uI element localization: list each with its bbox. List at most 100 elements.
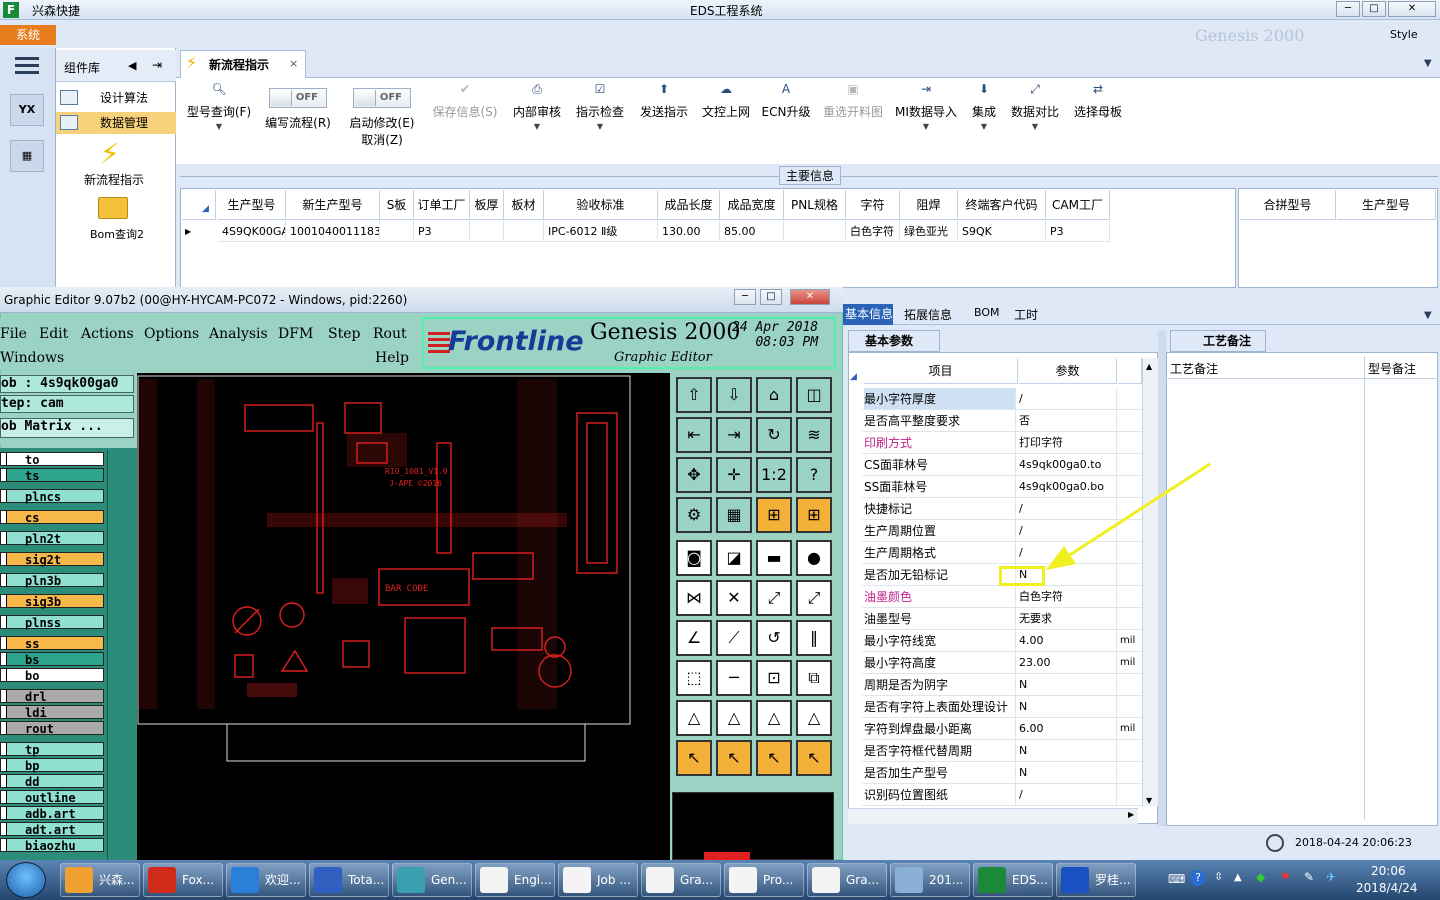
zoom-down-icon[interactable]: ⇩ — [716, 377, 752, 413]
pad-icon[interactable]: ◙ — [676, 540, 712, 576]
tab-dropdown-icon[interactable]: ▼ — [1424, 58, 1432, 69]
table-cell[interactable]: 4S9QK00GA0 — [218, 221, 286, 242]
param-row[interactable]: 最小字符高度 23.00 mil — [862, 652, 1142, 674]
tray-help-icon[interactable]: ? — [1190, 870, 1206, 886]
triangle2-icon[interactable]: △ — [716, 700, 752, 736]
layer-indicator[interactable] — [1, 722, 7, 734]
side-column-header[interactable]: 合拼型号 — [1240, 190, 1336, 220]
layer-indicator[interactable] — [1, 637, 7, 649]
send-instruction-button[interactable]: ⬆ 发送指示 — [636, 82, 692, 152]
system-menu-button[interactable]: 系统 — [0, 25, 56, 45]
internal-review-button[interactable]: ⎙ 内部审核 ▼ — [510, 82, 564, 152]
table-cell[interactable]: 130.00 — [658, 221, 720, 242]
tab-basic-info[interactable]: 基本信息 — [843, 304, 893, 325]
param-value[interactable]: N — [1019, 696, 1117, 717]
col-header-item[interactable]: 项目 — [864, 358, 1018, 384]
select-motherboard-button[interactable]: ⇄ 选择母板 — [1070, 82, 1126, 152]
column-header[interactable]: 新生产型号 — [286, 190, 380, 220]
param-row[interactable]: 最小字符线宽 4.00 mil — [862, 630, 1142, 652]
maximize-button[interactable]: □ — [1362, 1, 1386, 17]
tab-bom[interactable]: BOM — [974, 306, 1000, 319]
taskbar-item[interactable]: Pro... — [724, 863, 804, 897]
param-row[interactable]: 识别码位置图纸 / — [862, 784, 1142, 806]
taskbar-item[interactable]: 兴森... — [60, 863, 140, 897]
scroll-up-icon[interactable]: ▲ — [1146, 362, 1152, 371]
layer-indicator[interactable] — [1, 532, 7, 544]
corner-selector-icon[interactable]: ◢ — [850, 358, 862, 384]
detail-dropdown-icon[interactable]: ▼ — [1424, 310, 1432, 321]
ge-menu-help[interactable]: Help — [375, 350, 409, 366]
new-flow-label[interactable]: 新流程指示 — [84, 171, 144, 188]
pointer4-icon[interactable]: ↖ — [796, 740, 832, 776]
start-button[interactable] — [6, 862, 46, 898]
layer-indicator[interactable] — [1, 653, 7, 665]
column-header[interactable]: 板厚 — [470, 190, 504, 220]
ge-maximize-button[interactable]: □ — [760, 289, 782, 305]
param-row[interactable]: 周期是否为阴字 N — [862, 674, 1142, 696]
tray-keyboard-icon[interactable]: ⌨ — [1168, 872, 1185, 886]
ge-close-button[interactable]: ✕ — [790, 289, 830, 305]
column-header[interactable]: 订单工厂 — [414, 190, 470, 220]
layer-item[interactable]: outline — [0, 790, 104, 805]
pin-icon[interactable]: ⇥ — [152, 58, 162, 72]
tray-app-icon[interactable]: ◆ — [1256, 870, 1265, 884]
pointer3-icon[interactable]: ↖ — [756, 740, 792, 776]
param-value[interactable]: 无要求 — [1019, 608, 1117, 629]
table-cell[interactable]: IPC-6012 Ⅱ级 — [544, 221, 658, 242]
pan-left-icon[interactable]: ⇤ — [676, 417, 712, 453]
help-icon[interactable]: ? — [796, 457, 832, 493]
trace-icon[interactable]: ─ — [716, 660, 752, 696]
style-menu[interactable]: Style — [1390, 28, 1418, 41]
layer-item[interactable]: plncs — [0, 489, 104, 504]
layer-item[interactable]: pln2t — [0, 531, 104, 546]
pointer2-icon[interactable]: ↖ — [716, 740, 752, 776]
layer-indicator[interactable] — [1, 690, 7, 702]
param-value[interactable]: 23.00 — [1019, 652, 1117, 673]
layer-item[interactable]: dd — [0, 774, 104, 789]
param-row[interactable]: 是否加生产型号 N — [862, 762, 1142, 784]
layer-indicator[interactable] — [1, 839, 7, 851]
layer-indicator[interactable] — [1, 706, 7, 718]
ge-menu-analysis[interactable]: Analysis — [209, 326, 268, 342]
table-cell[interactable] — [380, 221, 414, 242]
param-row[interactable]: 是否有字符上表面处理设计 N — [862, 696, 1142, 718]
triangle-icon[interactable]: △ — [676, 700, 712, 736]
layer-item[interactable]: bs — [0, 652, 104, 667]
taskbar-item[interactable]: Gen... — [392, 863, 472, 897]
param-row[interactable]: 是否高平整度要求否 — [862, 410, 1142, 432]
tab-basic-params[interactable]: 基本参数 — [848, 330, 940, 352]
layer-item[interactable]: adb.art — [0, 806, 104, 821]
tray-arrows-icon[interactable]: ⇳ — [1214, 870, 1223, 883]
layer-indicator[interactable] — [1, 775, 7, 787]
tab-process-notes[interactable]: 工艺备注 — [1170, 330, 1266, 352]
table-cell[interactable]: 85.00 — [720, 221, 784, 242]
column-header[interactable]: 验收标准 — [544, 190, 658, 220]
table-cell[interactable] — [470, 221, 504, 242]
params-vertical-scrollbar[interactable] — [1142, 358, 1158, 806]
layer-indicator[interactable] — [1, 669, 7, 681]
tray-network-icon[interactable]: ⚑ — [1280, 870, 1291, 884]
data-compare-button[interactable]: ⤢ 数据对比 ▼ — [1008, 82, 1062, 152]
layer-item[interactable]: drl — [0, 689, 104, 704]
pan-right-icon[interactable]: ⇥ — [716, 417, 752, 453]
taskbar-item[interactable]: Engi... — [475, 863, 555, 897]
table-cell[interactable]: 白色字符 — [846, 221, 900, 242]
table-cell[interactable]: S9QK — [958, 221, 1046, 242]
param-row[interactable]: 印刷方式 打印字符 — [862, 432, 1142, 454]
scale-icon[interactable]: 1:2 — [756, 457, 792, 493]
refresh-icon[interactable]: ↻ — [756, 417, 792, 453]
param-value[interactable]: 6.00 — [1019, 718, 1117, 739]
param-value[interactable]: N — [1019, 740, 1117, 761]
param-value[interactable]: / — [1019, 388, 1117, 409]
column-header[interactable]: 板材 — [504, 190, 544, 220]
layer-item[interactable]: ldi — [0, 705, 104, 720]
param-value[interactable]: N — [1019, 762, 1117, 783]
tab-extended-info[interactable]: 拓展信息 — [904, 306, 952, 323]
layer-item[interactable]: tp — [0, 742, 104, 757]
folder-icon[interactable] — [98, 197, 128, 219]
tab-close-icon[interactable]: × — [289, 57, 298, 70]
table-cell[interactable]: P3 — [1046, 221, 1110, 242]
param-row[interactable]: 字符到焊盘最小距离 6.00 mil — [862, 718, 1142, 740]
mirror-icon[interactable]: ‖ — [796, 620, 832, 656]
mi-import-button[interactable]: ⇥ MI数据导入 ▼ — [892, 82, 960, 152]
